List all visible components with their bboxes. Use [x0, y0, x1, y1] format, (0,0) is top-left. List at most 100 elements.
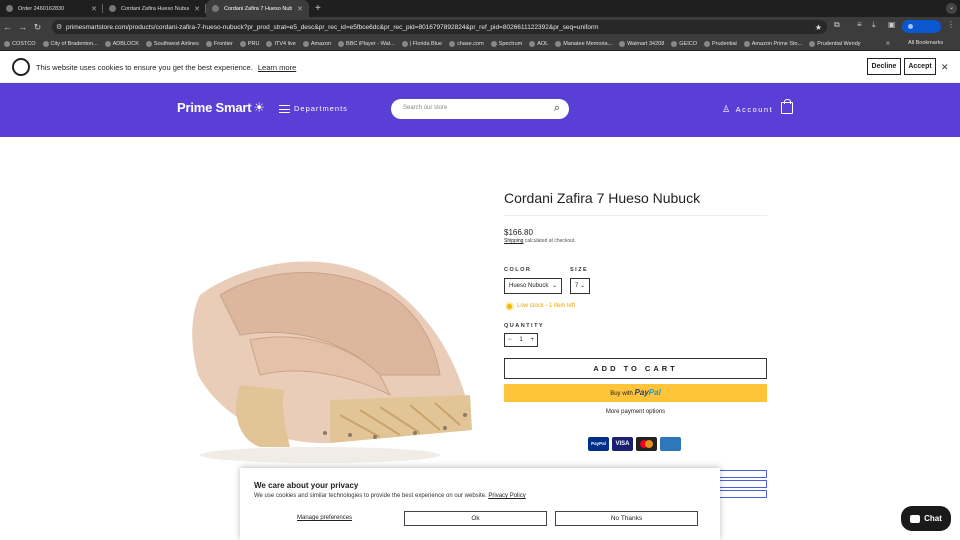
bookmark-item[interactable]: ADBLOCK [104, 40, 139, 47]
bookmark-item[interactable]: Southwest Airlines [145, 40, 199, 47]
site-info-icon[interactable]: ⚙ [56, 23, 66, 31]
visa-card-icon: VISA [612, 437, 633, 451]
profile-button[interactable] [902, 20, 941, 33]
quantity-stepper[interactable]: − 1 + [504, 333, 538, 347]
search-input[interactable]: Search our store ⌕ [391, 99, 569, 119]
quantity-value[interactable]: 1 [519, 337, 522, 343]
bookmark-item[interactable]: City of Bradenton... [42, 40, 98, 47]
bookmark-item[interactable]: ITV4 live [266, 40, 296, 47]
address-bar[interactable]: ⚙ primesmartstore.com/products/cordani-z… [52, 20, 827, 34]
back-icon[interactable]: ← [0, 22, 15, 32]
plus-icon[interactable]: + [530, 337, 534, 343]
bookmark-label: COSTCO [12, 40, 36, 47]
bookmark-item[interactable]: | Florida Blue [401, 40, 442, 47]
bookmark-item[interactable]: Manatee Memoria... [555, 40, 612, 47]
bookmark-label: Prudential [711, 40, 737, 47]
bookmark-item[interactable]: chase.com [449, 40, 484, 47]
bookmark-item[interactable]: PRU [239, 40, 259, 47]
tab-search-icon[interactable]: ⌄ [946, 3, 957, 14]
shadow [200, 447, 440, 463]
more-payment-options-link[interactable]: More payment options [504, 409, 767, 415]
size-select[interactable]: 7 ⌄ [570, 278, 590, 294]
ok-button[interactable]: Ok [404, 511, 547, 526]
product-price: $166.80 [504, 228, 533, 237]
chat-button[interactable]: Chat [901, 506, 951, 531]
bookmark-favicon-icon [205, 40, 212, 47]
bookmark-item[interactable]: Prudential Wendy [809, 40, 861, 47]
site-header: Prime Smart ☀ Departments Search our stor… [0, 83, 960, 137]
minus-icon[interactable]: − [508, 337, 512, 343]
chat-icon [910, 514, 921, 523]
add-to-cart-button[interactable]: ADD TO CART [504, 358, 767, 379]
bookmark-item[interactable]: AOL [529, 40, 548, 47]
account-label: Account [735, 105, 774, 114]
privacy-modal: We care about your privacy We use cookie… [240, 468, 720, 540]
browser-tab[interactable]: Cordani Zafira Hueso Nubuck ✕ [103, 0, 206, 17]
privacy-policy-link[interactable]: Privacy Policy [488, 493, 525, 499]
accept-button[interactable]: Accept [904, 58, 936, 75]
extensions-icon[interactable]: ⧉ [834, 20, 840, 30]
browser-tab[interactable]: Order 2460162830 ✕ [0, 0, 103, 17]
paypal-button[interactable]: Buy with PayPal [504, 384, 767, 402]
bookmark-item[interactable]: Amazon Prime Sto... [743, 40, 803, 47]
learn-more-link[interactable]: Learn more [258, 63, 296, 72]
paypal-logo-pay: Pay [634, 388, 649, 397]
bookmark-item[interactable]: Walmart 34208 [619, 40, 664, 47]
color-value: Hueso Nubuck [509, 283, 549, 289]
departments-menu[interactable]: Departments [294, 104, 348, 113]
browser-toolbar: ← → ↻ ⚙ primesmartstore.com/products/cor… [0, 17, 960, 37]
bookmark-item[interactable]: BBC iPlayer - Wat... [338, 40, 395, 47]
reload-icon[interactable]: ↻ [30, 22, 45, 33]
url-text[interactable]: primesmartstore.com/products/cordani-zaf… [66, 24, 815, 31]
forward-icon[interactable]: → [15, 22, 30, 32]
bookmark-item[interactable]: Spectrum [490, 40, 523, 47]
manage-preferences-link[interactable]: Manage preferences [297, 515, 352, 521]
cart-icon[interactable] [781, 99, 793, 114]
bookmark-item[interactable]: COSTCO [4, 40, 36, 47]
close-icon[interactable]: ✕ [194, 5, 200, 13]
bookmark-label: Amazon [310, 40, 332, 47]
logo-text: Prime Smart [177, 100, 252, 115]
search-icon[interactable]: ⌕ [554, 102, 560, 115]
shipping-link[interactable]: Shipping [504, 238, 523, 244]
product-title: Cordani Zafira 7 Hueso Nubuck [504, 190, 701, 206]
decline-button[interactable]: Decline [867, 58, 901, 75]
bookmark-item[interactable]: Frontier [205, 40, 233, 47]
tab-label: Cordani Zafira Hueso Nubuck [121, 5, 190, 12]
hamburger-icon[interactable] [279, 105, 290, 113]
bookmark-label: ITV4 live [274, 40, 296, 47]
more-bookmarks-icon[interactable]: » [886, 40, 890, 47]
bookmark-label: Amazon Prime Sto... [751, 40, 803, 47]
browser-tab-active[interactable]: Cordani Zafira 7 Hueso Nubuck ✕ [206, 0, 309, 17]
new-tab-button[interactable]: + [315, 3, 321, 14]
chevron-down-icon: ⌄ [551, 283, 557, 289]
bookmark-item[interactable]: Amazon [302, 40, 332, 47]
site-logo[interactable]: Prime Smart ☀ [177, 100, 265, 116]
product-image[interactable] [180, 225, 480, 470]
download-icon[interactable]: ⤓ [872, 20, 876, 30]
bookmark-item[interactable]: Prudential [703, 40, 737, 47]
close-icon[interactable]: ✕ [297, 5, 303, 13]
bookmark-item[interactable]: GEICO [671, 40, 697, 47]
quantity-label: QUANTITY [504, 323, 545, 329]
account-link[interactable]: ♙ Account [722, 104, 773, 115]
color-select[interactable]: Hueso Nubuck ⌄ [504, 278, 562, 294]
menu-icon[interactable]: ⋮ [947, 20, 955, 29]
bookmark-star-icon[interactable]: ★ [815, 23, 822, 32]
bookmark-favicon-icon [743, 40, 750, 47]
bookmark-favicon-icon [671, 40, 678, 47]
all-bookmarks-button[interactable]: All Bookmarks [908, 40, 943, 46]
close-icon[interactable]: ✕ [941, 62, 949, 73]
bookmark-label: GEICO [679, 40, 697, 47]
cast-icon[interactable]: ≡ [857, 20, 862, 29]
bookmark-label: Frontier [213, 40, 233, 47]
no-thanks-button[interactable]: No Thanks [555, 511, 698, 526]
mastercard-icon [636, 437, 657, 451]
bookmark-label: Spectrum [498, 40, 523, 47]
amex-card-icon [660, 437, 681, 451]
bookmark-favicon-icon [619, 40, 626, 47]
profile-avatar [908, 24, 913, 29]
bookmark-favicon-icon [449, 40, 456, 47]
close-icon[interactable]: ✕ [91, 5, 97, 13]
side-panel-icon[interactable]: ▣ [888, 20, 896, 29]
